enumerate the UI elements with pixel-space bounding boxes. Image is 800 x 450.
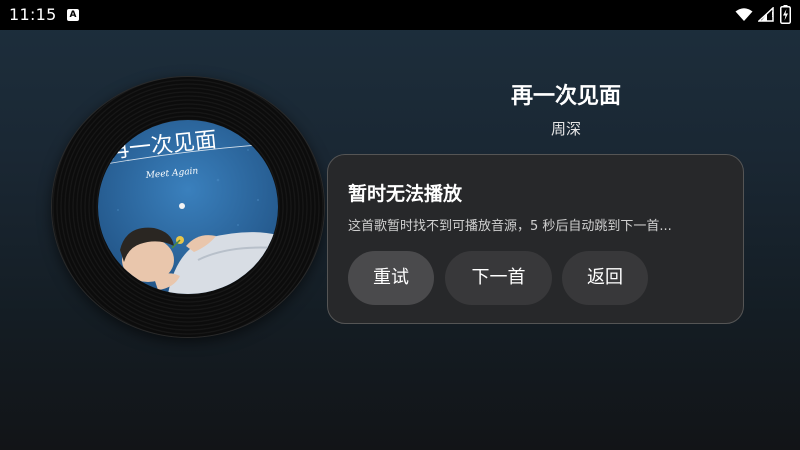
wifi-icon bbox=[735, 8, 753, 21]
retry-button[interactable]: 重试 bbox=[348, 251, 434, 305]
album-cover: 再一次见面 Meet Again bbox=[98, 120, 278, 294]
dialog-message: 这首歌暂时找不到可播放音源，5 秒后自动跳到下一首... bbox=[348, 219, 672, 234]
status-time: 11:15 bbox=[9, 5, 57, 24]
playback-error-dialog: 暂时无法播放 这首歌暂时找不到可播放音源，5 秒后自动跳到下一首... 重试 下… bbox=[327, 154, 744, 324]
next-track-button[interactable]: 下一首 bbox=[445, 251, 552, 305]
signal-icon: ! bbox=[758, 7, 774, 22]
dialog-title: 暂时无法播放 bbox=[348, 183, 463, 205]
song-title: 再一次见面 bbox=[510, 84, 621, 109]
player-screen: 11:15 A ! 再一次见面 Meet Again 再一次见面 周深 暂时无法… bbox=[0, 0, 800, 450]
song-artist: 周深 bbox=[550, 120, 581, 138]
vinyl-record: 再一次见面 Meet Again bbox=[52, 77, 324, 337]
svg-text:!: ! bbox=[771, 11, 774, 19]
status-bar: 11:15 A ! bbox=[0, 0, 800, 30]
album-art-image: 再一次见面 Meet Again bbox=[98, 120, 278, 294]
back-button[interactable]: 返回 bbox=[562, 251, 648, 305]
battery-icon bbox=[780, 5, 791, 24]
notification-a-icon: A bbox=[67, 9, 79, 21]
